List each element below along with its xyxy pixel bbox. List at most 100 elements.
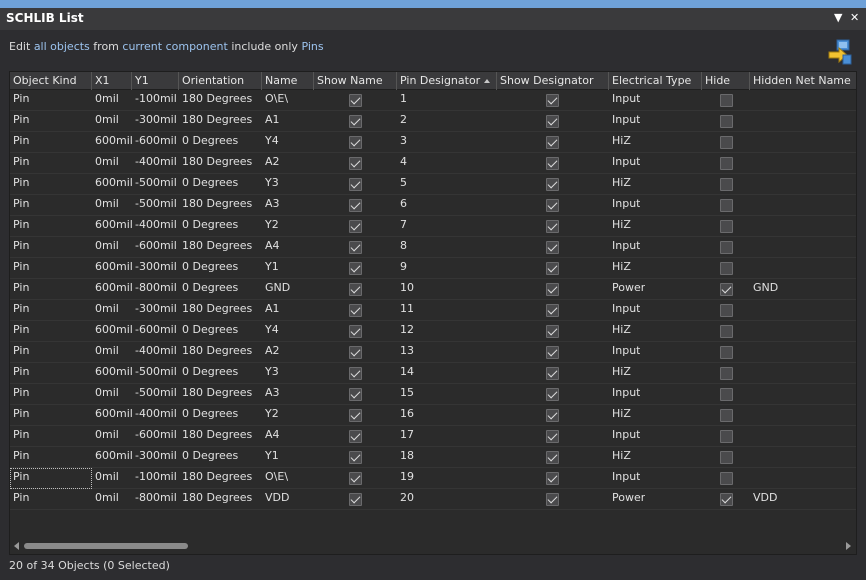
table-row[interactable]: Pin 0mil -400mil 180 Degrees A2 13 Input bbox=[10, 342, 856, 363]
hide-checkbox[interactable] bbox=[720, 283, 733, 296]
hidden-net-name-cell[interactable] bbox=[750, 153, 753, 174]
object-kind-cell[interactable]: Pin bbox=[10, 195, 29, 216]
show-designator-checkbox[interactable] bbox=[546, 346, 559, 359]
y1-cell[interactable]: -500mil bbox=[132, 195, 177, 216]
orientation-cell[interactable]: 0 Degrees bbox=[179, 132, 238, 153]
pin-designator-cell[interactable]: 4 bbox=[397, 153, 407, 174]
hide-checkbox[interactable] bbox=[720, 430, 733, 443]
orientation-cell[interactable]: 180 Degrees bbox=[179, 384, 252, 405]
electrical-type-cell[interactable]: HiZ bbox=[609, 258, 631, 279]
x1-cell[interactable]: 0mil bbox=[92, 300, 119, 321]
orientation-cell[interactable]: 180 Degrees bbox=[179, 342, 252, 363]
hidden-net-name-cell[interactable] bbox=[750, 216, 753, 237]
pin-name-cell[interactable]: Y4 bbox=[262, 321, 279, 342]
object-kind-cell[interactable]: Pin bbox=[10, 132, 29, 153]
show-designator-checkbox[interactable] bbox=[546, 241, 559, 254]
pin-designator-cell[interactable]: 10 bbox=[397, 279, 414, 300]
electrical-type-cell[interactable]: Input bbox=[609, 90, 640, 111]
hide-checkbox[interactable] bbox=[720, 199, 733, 212]
filter-scope-link[interactable]: all objects bbox=[34, 40, 90, 53]
object-kind-cell[interactable]: Pin bbox=[10, 489, 29, 510]
hide-checkbox[interactable] bbox=[720, 220, 733, 233]
show-designator-checkbox[interactable] bbox=[546, 367, 559, 380]
show-designator-checkbox[interactable] bbox=[546, 388, 559, 401]
table-row[interactable]: Pin 600mil -800mil 0 Degrees GND 10 Power GND bbox=[10, 279, 856, 300]
table-row[interactable]: Pin 600mil -500mil 0 Degrees Y3 5 HiZ bbox=[10, 174, 856, 195]
orientation-cell[interactable]: 0 Degrees bbox=[179, 279, 238, 300]
col-hidden-net-name[interactable]: Hidden Net Name bbox=[750, 72, 856, 90]
hide-checkbox[interactable] bbox=[720, 388, 733, 401]
electrical-type-cell[interactable]: Input bbox=[609, 384, 640, 405]
hide-checkbox[interactable] bbox=[720, 451, 733, 464]
orientation-cell[interactable]: 0 Degrees bbox=[179, 258, 238, 279]
show-designator-checkbox[interactable] bbox=[546, 430, 559, 443]
hidden-net-name-cell[interactable] bbox=[750, 111, 753, 132]
close-icon[interactable]: ✕ bbox=[850, 11, 859, 24]
orientation-cell[interactable]: 0 Degrees bbox=[179, 321, 238, 342]
hidden-net-name-cell[interactable] bbox=[750, 447, 753, 468]
show-designator-checkbox[interactable] bbox=[546, 451, 559, 464]
x1-cell[interactable]: 0mil bbox=[92, 489, 119, 510]
y1-cell[interactable]: -300mil bbox=[132, 111, 177, 132]
pin-name-cell[interactable]: O\E\ bbox=[262, 90, 288, 111]
pin-designator-cell[interactable]: 14 bbox=[397, 363, 414, 384]
col-orientation[interactable]: Orientation bbox=[179, 72, 262, 90]
show-designator-checkbox[interactable] bbox=[546, 136, 559, 149]
orientation-cell[interactable]: 180 Degrees bbox=[179, 237, 252, 258]
horizontal-scrollbar[interactable] bbox=[10, 538, 856, 554]
pin-name-cell[interactable]: Y3 bbox=[262, 174, 279, 195]
hidden-net-name-cell[interactable] bbox=[750, 342, 753, 363]
table-row[interactable]: Pin 0mil -100mil 180 Degrees O\E\ 19 Input bbox=[10, 468, 856, 489]
show-name-checkbox[interactable] bbox=[349, 115, 362, 128]
hide-checkbox[interactable] bbox=[720, 367, 733, 380]
pin-name-cell[interactable]: Y4 bbox=[262, 132, 279, 153]
scroll-right-icon[interactable] bbox=[846, 542, 851, 550]
hidden-net-name-cell[interactable] bbox=[750, 258, 753, 279]
hidden-net-name-cell[interactable]: GND bbox=[750, 279, 778, 300]
pin-name-cell[interactable]: A3 bbox=[262, 195, 280, 216]
object-kind-cell[interactable]: Pin bbox=[10, 405, 29, 426]
object-kind-cell[interactable]: Pin bbox=[10, 321, 29, 342]
hidden-net-name-cell[interactable]: VDD bbox=[750, 489, 777, 510]
object-kind-cell[interactable]: Pin bbox=[10, 300, 29, 321]
show-designator-checkbox[interactable] bbox=[546, 472, 559, 485]
pin-designator-cell[interactable]: 1 bbox=[397, 90, 407, 111]
x1-cell[interactable]: 0mil bbox=[92, 426, 119, 447]
object-kind-cell[interactable]: Pin bbox=[10, 237, 29, 258]
electrical-type-cell[interactable]: Input bbox=[609, 468, 640, 489]
orientation-cell[interactable]: 0 Degrees bbox=[179, 363, 238, 384]
pin-designator-cell[interactable]: 8 bbox=[397, 237, 407, 258]
pin-designator-cell[interactable]: 18 bbox=[397, 447, 414, 468]
pin-name-cell[interactable]: O\E\ bbox=[262, 468, 288, 489]
show-name-checkbox[interactable] bbox=[349, 472, 362, 485]
show-name-checkbox[interactable] bbox=[349, 325, 362, 338]
hide-checkbox[interactable] bbox=[720, 325, 733, 338]
pin-name-cell[interactable]: A4 bbox=[262, 426, 280, 447]
col-pin-designator[interactable]: Pin Designator bbox=[397, 72, 497, 90]
show-name-checkbox[interactable] bbox=[349, 262, 362, 275]
object-kind-cell[interactable]: Pin bbox=[10, 363, 29, 384]
object-kind-cell[interactable]: Pin bbox=[10, 279, 29, 300]
y1-cell[interactable]: -300mil bbox=[132, 447, 177, 468]
electrical-type-cell[interactable]: Input bbox=[609, 111, 640, 132]
hidden-net-name-cell[interactable] bbox=[750, 468, 753, 489]
y1-cell[interactable]: -400mil bbox=[132, 342, 177, 363]
orientation-cell[interactable]: 0 Degrees bbox=[179, 216, 238, 237]
show-designator-checkbox[interactable] bbox=[546, 94, 559, 107]
orientation-cell[interactable]: 180 Degrees bbox=[179, 153, 252, 174]
orientation-cell[interactable]: 180 Degrees bbox=[179, 300, 252, 321]
orientation-cell[interactable]: 180 Degrees bbox=[179, 489, 252, 510]
hidden-net-name-cell[interactable] bbox=[750, 426, 753, 447]
electrical-type-cell[interactable]: Power bbox=[609, 279, 645, 300]
electrical-type-cell[interactable]: Input bbox=[609, 237, 640, 258]
object-kind-cell[interactable]: Pin bbox=[10, 153, 29, 174]
hide-checkbox[interactable] bbox=[720, 493, 733, 506]
electrical-type-cell[interactable]: HiZ bbox=[609, 363, 631, 384]
hide-checkbox[interactable] bbox=[720, 178, 733, 191]
pin-name-cell[interactable]: VDD bbox=[262, 489, 289, 510]
electrical-type-cell[interactable]: Input bbox=[609, 153, 640, 174]
scroll-left-icon[interactable] bbox=[14, 542, 19, 550]
pin-name-cell[interactable]: A2 bbox=[262, 342, 280, 363]
hide-checkbox[interactable] bbox=[720, 409, 733, 422]
hidden-net-name-cell[interactable] bbox=[750, 384, 753, 405]
